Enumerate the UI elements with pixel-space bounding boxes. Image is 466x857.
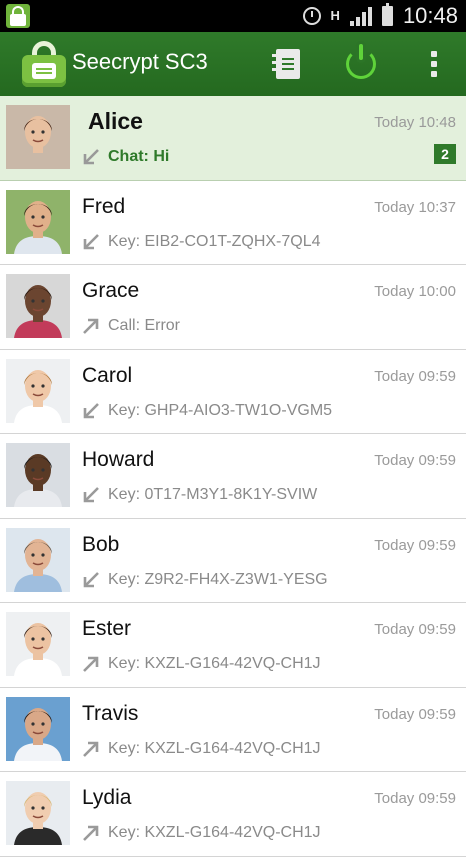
message-timestamp: Today 09:59	[374, 536, 456, 554]
status-clock: 10:48	[402, 3, 458, 28]
arrow-up-right-icon	[82, 317, 100, 335]
conversation-row-ester[interactable]: Ester Today 09:59 Key: KXZL-G164-42VQ-CH1J	[0, 603, 466, 688]
arrow-down-left-icon	[82, 402, 100, 420]
arrow-up-right-icon	[82, 655, 100, 673]
last-activity: Chat: Hi	[82, 148, 169, 166]
message-timestamp: Today 10:48	[374, 114, 456, 131]
conversation-row-bob[interactable]: Bob Today 09:59 Key: Z9R2-FH4X-Z3W1-YESG	[0, 518, 466, 603]
contact-name: Alice	[88, 108, 143, 134]
last-activity: Key: KXZL-G164-42VQ-CH1J	[82, 740, 321, 758]
unread-count-badge: 2	[434, 144, 456, 164]
contact-avatar[interactable]	[6, 781, 70, 845]
conversation-row-howard[interactable]: Howard Today 09:59 Key: 0T17-M3Y1-8K1Y-SVI…	[0, 434, 466, 519]
conversation-row-grace[interactable]: Grace Today 10:00 Call: Error	[0, 265, 466, 350]
contact-avatar[interactable]	[6, 443, 70, 507]
status-indicators: H 10:48	[302, 0, 458, 32]
last-activity: Key: Z9R2-FH4X-Z3W1-YESG	[82, 571, 328, 589]
message-timestamp: Today 10:00	[374, 283, 456, 300]
last-activity: Key: KXZL-G164-42VQ-CH1J	[82, 655, 321, 673]
contact-avatar[interactable]	[6, 274, 70, 338]
overflow-menu-button[interactable]	[406, 32, 462, 96]
last-activity-text: Key: EIB2-CO1T-ZQHX-7QL4	[108, 232, 321, 250]
overflow-menu-icon	[431, 61, 437, 67]
seecrypt-notification-icon	[6, 4, 30, 28]
conversation-list: Alice Today 10:48 Chat: Hi 2 Fred Today 10:37…	[0, 96, 466, 857]
alarm-clock-icon	[302, 7, 321, 25]
contact-avatar[interactable]	[6, 189, 70, 254]
last-activity-text: Key: KXZL-G164-42VQ-CH1J	[108, 824, 321, 841]
last-activity: Call: Error	[82, 317, 180, 335]
arrow-up-right-icon	[82, 824, 100, 842]
message-timestamp: Today 09:59	[374, 621, 456, 638]
conversation-row-lydia[interactable]: Lydia Today 09:59 Key: KXZL-G164-42VQ-CH1J	[0, 772, 466, 857]
message-timestamp: Today 10:37	[374, 198, 456, 216]
message-timestamp: Today 09:59	[374, 367, 456, 385]
conversation-row-alice[interactable]: Alice Today 10:48 Chat: Hi 2	[0, 96, 466, 181]
last-activity-text: Key: KXZL-G164-42VQ-CH1J	[108, 655, 321, 672]
contact-avatar[interactable]	[6, 105, 70, 169]
app-title: Seecrypt SC3	[72, 49, 208, 74]
last-activity: Key: KXZL-G164-42VQ-CH1J	[82, 824, 321, 842]
message-timestamp: Today 09:59	[374, 790, 456, 807]
last-activity: Key: EIB2-CO1T-ZQHX-7QL4	[82, 233, 321, 251]
contact-avatar[interactable]	[6, 696, 70, 761]
last-activity-text: Key: GHP4-AIO3-TW1O-VGM5	[108, 401, 333, 419]
last-activity-text: Key: 0T17-M3Y1-8K1Y-SVIW	[108, 486, 318, 503]
arrow-down-left-icon	[82, 233, 100, 251]
last-activity-text: Key: Z9R2-FH4X-Z3W1-YESG	[108, 570, 328, 588]
last-activity-text: Key: KXZL-G164-42VQ-CH1J	[108, 739, 321, 757]
contact-name: Fred	[82, 194, 126, 218]
contact-name: Bob	[82, 532, 120, 556]
contacts-book-icon	[272, 49, 300, 79]
contact-avatar[interactable]	[6, 358, 70, 423]
message-timestamp: Today 09:59	[374, 705, 456, 723]
arrow-up-right-icon	[82, 740, 100, 758]
contact-name: Ester	[82, 617, 132, 640]
contact-name: Howard	[82, 448, 155, 471]
power-button[interactable]	[333, 32, 389, 96]
conversation-row-travis[interactable]: Travis Today 09:59 Key: KXZL-G164-42VQ-CH1…	[0, 687, 466, 772]
contact-name: Travis	[82, 701, 139, 725]
power-icon	[346, 44, 376, 79]
status-bar: H 10:48	[0, 0, 466, 32]
last-activity-text: Call: Error	[108, 317, 181, 334]
contact-avatar[interactable]	[6, 612, 70, 676]
arrow-down-left-icon	[82, 486, 100, 504]
conversation-row-carol[interactable]: Carol Today 09:59 Key: GHP4-AIO3-TW1O-VGM5	[0, 349, 466, 434]
app-logo-icon[interactable]	[22, 41, 66, 87]
signal-strength-icon	[349, 6, 372, 26]
contact-name: Grace	[82, 279, 140, 302]
contacts-button[interactable]	[260, 32, 316, 96]
last-activity-text: Chat: Hi	[108, 148, 170, 165]
arrow-down-left-icon	[82, 571, 100, 589]
network-type-indicator: H	[330, 8, 340, 23]
contact-name: Lydia	[82, 786, 132, 809]
action-bar: Seecrypt SC3	[0, 32, 466, 96]
contact-name: Carol	[82, 363, 133, 387]
conversation-row-fred[interactable]: Fred Today 10:37 Key: EIB2-CO1T-ZQHX-7QL4	[0, 180, 466, 265]
last-activity: Key: 0T17-M3Y1-8K1Y-SVIW	[82, 486, 317, 504]
contact-avatar[interactable]	[6, 527, 70, 592]
arrow-down-left-icon	[82, 148, 100, 166]
battery-icon	[381, 3, 393, 26]
message-timestamp: Today 09:59	[374, 452, 456, 469]
last-activity: Key: GHP4-AIO3-TW1O-VGM5	[82, 402, 332, 420]
